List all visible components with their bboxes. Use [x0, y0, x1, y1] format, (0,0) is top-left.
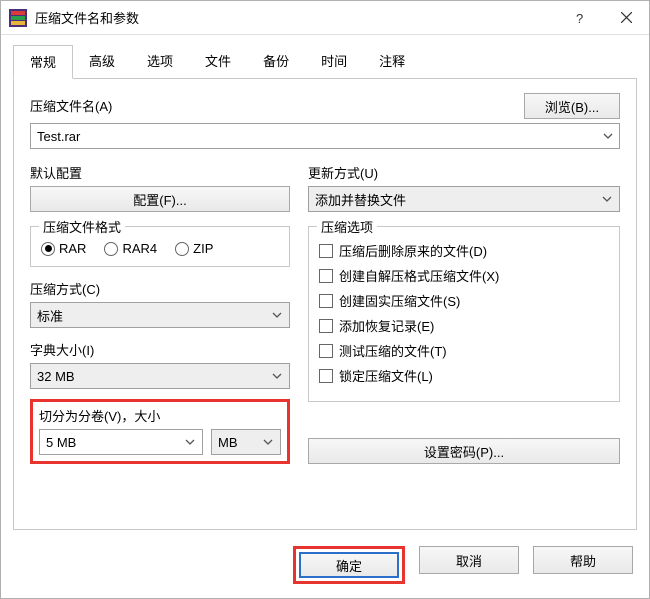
opt-delete-after[interactable]: 压缩后删除原来的文件(D)	[319, 241, 609, 260]
chevron-down-icon	[271, 364, 283, 388]
dialog-window: 压缩文件名和参数 ? 常规 高级 选项 文件 备份 时间 注释 压缩文件名(A)…	[0, 0, 650, 599]
tab-backup[interactable]: 备份	[247, 45, 305, 79]
dictionary-size-value: 32 MB	[37, 369, 75, 384]
check-label: 压缩后删除原来的文件(D)	[339, 241, 487, 260]
archive-options-legend: 压缩选项	[317, 217, 377, 236]
tab-general[interactable]: 常规	[13, 45, 73, 79]
default-profile-label: 默认配置	[30, 163, 290, 182]
set-password-button[interactable]: 设置密码(P)...	[308, 438, 620, 464]
split-label: 切分为分卷(V)，大小	[39, 406, 281, 425]
chevron-down-icon	[601, 187, 613, 211]
ok-highlight: 确定	[293, 546, 405, 584]
window-title: 压缩文件名和参数	[35, 8, 557, 27]
tab-content: 压缩文件名(A) 浏览(B)... 默认配置 配置(F)... 更新方式(U) …	[13, 79, 637, 530]
archive-options-fieldset: 压缩选项 压缩后删除原来的文件(D) 创建自解压格式压缩文件(X) 创建固实压缩…	[308, 226, 620, 402]
split-size-value: 5 MB	[46, 435, 76, 450]
update-mode-value: 添加并替换文件	[315, 190, 406, 209]
check-label: 添加恢复记录(E)	[339, 316, 434, 335]
dictionary-size-select[interactable]: 32 MB	[30, 363, 290, 389]
check-label: 锁定压缩文件(L)	[339, 366, 433, 385]
chevron-down-icon	[262, 430, 274, 454]
compression-method-label: 压缩方式(C)	[30, 279, 290, 298]
dictionary-size-label: 字典大小(I)	[30, 340, 290, 359]
tab-files[interactable]: 文件	[189, 45, 247, 79]
filename-label: 压缩文件名(A)	[30, 96, 112, 115]
format-rar4-radio[interactable]: RAR4	[104, 241, 157, 256]
split-unit-select[interactable]: MB	[211, 429, 281, 455]
browse-button[interactable]: 浏览(B)...	[524, 93, 620, 119]
cancel-button[interactable]: 取消	[419, 546, 519, 574]
split-highlight: 切分为分卷(V)，大小 5 MB MB	[30, 399, 290, 464]
compression-method-value: 标准	[37, 306, 63, 325]
split-size-combo[interactable]: 5 MB	[39, 429, 203, 455]
tab-advanced[interactable]: 高级	[73, 45, 131, 79]
chevron-down-icon	[271, 303, 283, 327]
check-label: 创建自解压格式压缩文件(X)	[339, 266, 499, 285]
tab-time[interactable]: 时间	[305, 45, 363, 79]
radio-label: RAR	[59, 241, 86, 256]
tab-options[interactable]: 选项	[131, 45, 189, 79]
chevron-down-icon	[184, 430, 196, 454]
archive-format-legend: 压缩文件格式	[39, 217, 125, 236]
split-unit-value: MB	[218, 435, 238, 450]
svg-text:?: ?	[576, 12, 583, 24]
ok-button[interactable]: 确定	[299, 552, 399, 578]
opt-create-sfx[interactable]: 创建自解压格式压缩文件(X)	[319, 266, 609, 285]
opt-test-archived[interactable]: 测试压缩的文件(T)	[319, 341, 609, 360]
format-rar-radio[interactable]: RAR	[41, 241, 86, 256]
dialog-footer: 确定 取消 帮助	[1, 538, 649, 598]
radio-label: RAR4	[122, 241, 157, 256]
format-zip-radio[interactable]: ZIP	[175, 241, 213, 256]
filename-input[interactable]	[31, 124, 597, 148]
close-button[interactable]	[603, 1, 649, 35]
tab-comment[interactable]: 注释	[363, 45, 421, 79]
opt-lock-archive[interactable]: 锁定压缩文件(L)	[319, 366, 609, 385]
profiles-button[interactable]: 配置(F)...	[30, 186, 290, 212]
help-titlebar-button[interactable]: ?	[557, 1, 603, 35]
archive-format-fieldset: 压缩文件格式 RAR RAR4 ZIP	[30, 226, 290, 267]
help-button[interactable]: 帮助	[533, 546, 633, 574]
compression-method-select[interactable]: 标准	[30, 302, 290, 328]
check-label: 创建固实压缩文件(S)	[339, 291, 460, 310]
filename-combo[interactable]	[30, 123, 620, 149]
tab-bar: 常规 高级 选项 文件 备份 时间 注释	[1, 35, 649, 79]
update-mode-select[interactable]: 添加并替换文件	[308, 186, 620, 212]
check-label: 测试压缩的文件(T)	[339, 341, 447, 360]
opt-create-solid[interactable]: 创建固实压缩文件(S)	[319, 291, 609, 310]
chevron-down-icon[interactable]	[597, 124, 619, 148]
titlebar: 压缩文件名和参数 ?	[1, 1, 649, 35]
app-icon	[9, 9, 27, 27]
radio-label: ZIP	[193, 241, 213, 256]
update-mode-label: 更新方式(U)	[308, 163, 620, 182]
opt-recovery-record[interactable]: 添加恢复记录(E)	[319, 316, 609, 335]
